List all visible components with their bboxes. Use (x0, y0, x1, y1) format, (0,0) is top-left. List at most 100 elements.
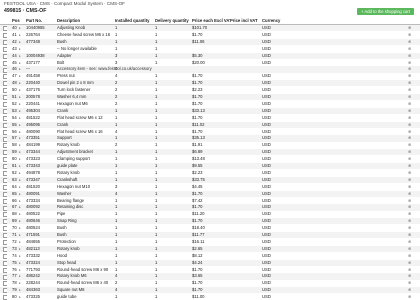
table-row[interactable]: ▸ 73 482113 Rotary knob 1 1 $2.65 USD ⊕ (0, 245, 420, 252)
add-row-icon[interactable]: ⊕ (408, 170, 416, 176)
add-row-icon[interactable]: ⊕ (408, 46, 416, 52)
row-checkbox[interactable] (3, 94, 7, 101)
table-row[interactable]: ▸ 69 480646 Snap Ring 1 1 $1.70 USD ⊕ (0, 218, 420, 225)
table-row[interactable]: ▸ 51 200578 Washer 6,4 mm 2 1 $1.70 USD ⊕ (0, 94, 420, 101)
checkbox-icon[interactable] (3, 102, 7, 108)
table-row[interactable]: ▸ 53 495304 Crank 1 1 $33.13 USD ⊕ (0, 107, 420, 114)
row-checkbox[interactable] (3, 108, 7, 114)
table-row[interactable]: ▸ 66 473334 Bearing flange 1 1 $7.42 USD ⊕ (0, 198, 420, 204)
row-checkbox[interactable] (3, 129, 7, 135)
add-row-icon[interactable]: ⊕ (408, 73, 416, 79)
checkbox-icon[interactable] (3, 81, 7, 87)
row-checkbox[interactable] (3, 246, 7, 252)
add-row-icon[interactable]: ⊕ (408, 191, 416, 197)
table-row[interactable]: ▸ 42 477348 Bush 1 1 $11.06 USD ⊕ (0, 38, 420, 45)
row-checkbox[interactable] (3, 253, 7, 259)
add-row-icon[interactable]: ⊕ (408, 211, 416, 217)
add-row-icon[interactable]: ⊕ (408, 267, 416, 273)
checkbox-icon[interactable] (3, 233, 7, 239)
row-checkbox[interactable] (3, 260, 7, 266)
add-to-cart-button[interactable]: + Add to the shopping cart (357, 8, 414, 15)
row-checkbox[interactable] (3, 80, 7, 87)
column-header-installed[interactable]: Installed quantity (115, 18, 151, 24)
checkbox-icon[interactable] (3, 184, 7, 190)
add-row-icon[interactable]: ⊕ (408, 260, 416, 266)
checkbox-icon[interactable] (3, 246, 7, 252)
add-row-icon[interactable]: ⊕ (408, 87, 416, 93)
add-row-icon[interactable]: ⊕ (408, 60, 416, 66)
row-checkbox[interactable] (3, 101, 7, 108)
table-row[interactable]: ▸ 65 480091 Washer 4 1 $1.70 USD ⊕ (0, 190, 420, 197)
add-row-icon[interactable]: ⊕ (408, 101, 416, 107)
row-checkbox[interactable] (3, 280, 7, 287)
checkbox-icon[interactable] (3, 219, 7, 225)
table-row[interactable]: ▸ 76 771793 Round-head screw M6 x 90 1 1 $1.70… (0, 267, 420, 273)
add-row-icon[interactable]: ⊕ (408, 80, 416, 86)
table-row[interactable]: ▸ 72 484655 Protection 1 1 $16.11 USD ⊕ (0, 239, 420, 246)
table-row[interactable]: ▸ 43 -- No longer available 1 1 USD ⊕ (0, 46, 420, 52)
add-row-icon[interactable]: ⊕ (408, 287, 416, 293)
table-row[interactable]: ▸ 63 473347 Crankshaft 1 1 $33.75 USD ⊕ (0, 176, 420, 183)
row-checkbox[interactable] (3, 287, 7, 294)
checkbox-icon[interactable] (3, 95, 7, 101)
checkbox-icon[interactable] (3, 108, 7, 114)
column-header-currency[interactable]: Currency (262, 18, 282, 24)
add-row-icon[interactable]: ⊕ (408, 39, 416, 45)
add-row-icon[interactable]: ⊕ (408, 32, 416, 38)
table-row[interactable]: ▸ 64 481520 Hexagon nut M10 3 1 $4.45 USD ⊕ (0, 184, 420, 190)
table-row[interactable]: ▸ 44 10004938 Adapter 3 1 $5.30 USD ⊕ (0, 52, 420, 59)
checkbox-icon[interactable] (3, 177, 7, 183)
table-row[interactable]: ▸ 74 473332 Hood 1 1 $8.12 USD ⊕ (0, 253, 420, 259)
add-row-icon[interactable]: ⊕ (408, 122, 416, 128)
add-row-icon[interactable]: ⊕ (408, 204, 416, 210)
row-checkbox[interactable] (3, 46, 7, 52)
add-row-icon[interactable]: ⊕ (408, 53, 416, 59)
checkbox-icon[interactable] (3, 295, 7, 300)
add-row-icon[interactable]: ⊕ (408, 163, 416, 169)
checkbox-icon[interactable] (3, 88, 7, 94)
column-header-price-excl[interactable]: Price each Excl VAT (192, 18, 230, 24)
checkbox-icon[interactable] (3, 129, 7, 135)
checkbox-icon[interactable] (3, 136, 7, 142)
row-checkbox[interactable] (3, 53, 7, 59)
row-checkbox[interactable] (3, 170, 7, 177)
add-row-icon[interactable]: ⊕ (408, 66, 416, 72)
row-checkbox[interactable] (3, 32, 7, 39)
checkbox-icon[interactable] (3, 260, 7, 266)
add-row-icon[interactable]: ⊕ (408, 115, 416, 121)
column-header-part-no[interactable]: Part No. (26, 18, 54, 24)
table-row[interactable]: ▸ 77 486242 Rotary knob M6 4 1 $3.65 USD ⊕ (0, 273, 420, 280)
add-row-icon[interactable]: ⊕ (408, 135, 416, 141)
table-row[interactable]: ▸ 57 473351 Support 1 1 $35.13 USD ⊕ (0, 135, 420, 142)
checkbox-icon[interactable] (3, 115, 7, 121)
checkbox-icon[interactable] (3, 240, 7, 246)
checkbox-icon[interactable] (3, 143, 7, 149)
add-row-icon[interactable]: ⊕ (408, 25, 416, 31)
table-row[interactable]: ▸ 61 473343 guide plate 1 1 $9.55 USD ⊕ (0, 163, 420, 170)
table-row[interactable]: ▸ 47 491458 Press nut 4 1 $1.70 USD ⊕ (0, 73, 420, 80)
add-row-icon[interactable]: ⊕ (408, 177, 416, 183)
table-row[interactable]: ▸ 68 480522 Pipe 1 1 $11.20 USD ⊕ (0, 211, 420, 218)
table-row[interactable]: ▸ 46 --- Accessory item - see: www.festool.… (0, 66, 420, 73)
table-row[interactable]: ▸ 75 473324 Stop head 1 1 $4.24 USD ⊕ (0, 259, 420, 266)
row-checkbox[interactable] (3, 142, 7, 149)
add-row-icon[interactable]: ⊕ (408, 184, 416, 190)
table-row[interactable]: ▸ 55 495095 Crank 1 1 $11.02 USD ⊕ (0, 121, 420, 128)
add-row-icon[interactable]: ⊕ (408, 198, 416, 204)
table-row[interactable]: ▸ 62 494878 Rotary knob 1 1 $2.23 USD ⊕ (0, 170, 420, 177)
checkbox-icon[interactable] (3, 122, 7, 128)
table-row[interactable]: ▸ 41 226764 Cheese head screw M6 x 16 1 1 $1.7… (0, 32, 420, 39)
row-checkbox[interactable] (3, 122, 7, 128)
checkbox-icon[interactable] (3, 281, 7, 287)
row-checkbox[interactable] (3, 198, 7, 204)
add-row-icon[interactable]: ⊕ (408, 280, 416, 286)
row-checkbox[interactable] (3, 267, 7, 273)
row-checkbox[interactable] (3, 115, 7, 121)
add-row-icon[interactable]: ⊕ (408, 294, 416, 300)
row-checkbox[interactable] (3, 87, 7, 94)
table-row[interactable]: ▸ 58 484199 Rotary knob 2 1 $1.91 USD ⊕ (0, 142, 420, 149)
row-checkbox[interactable] (3, 149, 7, 156)
checkbox-icon[interactable] (3, 46, 7, 52)
add-row-icon[interactable]: ⊕ (408, 246, 416, 252)
row-checkbox[interactable] (3, 25, 7, 32)
